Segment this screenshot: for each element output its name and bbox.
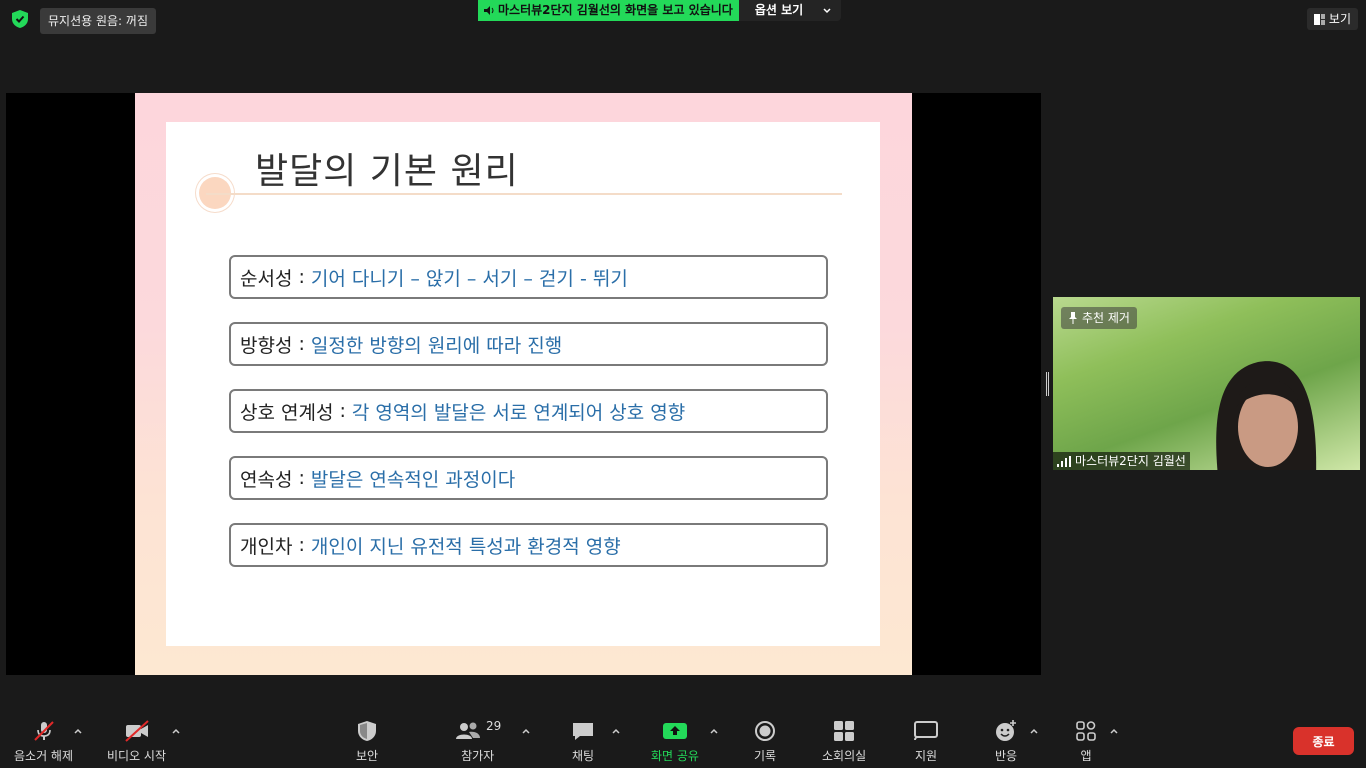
microphone-muted-icon <box>33 721 54 741</box>
unpin-label: 추천 제거 <box>1082 311 1130 325</box>
unmute-label: 음소거 해제 <box>14 749 74 763</box>
chat-button[interactable]: 채팅 <box>571 718 595 764</box>
principle-row: 연속성 : 발달은 연속적인 과정이다 <box>229 456 828 500</box>
separator: : <box>298 333 305 355</box>
end-meeting-button[interactable]: 종료 <box>1293 727 1354 755</box>
share-screen-icon <box>662 723 687 739</box>
support-label: 지원 <box>914 749 938 763</box>
breakout-rooms-button[interactable]: 소회의실 <box>822 718 866 764</box>
video-options-caret-icon[interactable] <box>171 726 181 736</box>
apps-caret-icon[interactable] <box>1109 726 1119 736</box>
separator: : <box>298 467 305 489</box>
view-button[interactable]: 보기 <box>1306 8 1358 30</box>
participants-caret-icon[interactable] <box>521 726 531 736</box>
principle-value: 일정한 방향의 원리에 따라 진행 <box>310 334 563 357</box>
security-label: 보안 <box>356 749 379 763</box>
reactions-caret-icon[interactable] <box>1029 726 1039 736</box>
start-video-button[interactable]: 비디오 시작 <box>107 718 166 764</box>
slide-title: 발달의 기본 원리 <box>255 151 519 192</box>
view-options-label: 옵션 보기 <box>754 3 804 17</box>
record-label: 기록 <box>754 749 777 763</box>
chat-bubble-icon <box>573 723 593 740</box>
breakout-rooms-icon <box>834 721 855 741</box>
slide-card: 발달의 기본 원리 순서성 : 기어 다니기 – 앉기 – 서기 – 걷기 - … <box>166 122 880 646</box>
sharing-notice-text: 마스터뷰2단지 김월선의 화면을 보고 있습니다 <box>498 3 733 17</box>
participants-label: 참가자 <box>461 749 495 763</box>
share-screen-label: 화면 공유 <box>651 749 699 763</box>
separator: : <box>298 534 305 556</box>
principle-value: 발달은 연속적인 과정이다 <box>310 468 516 491</box>
presentation-slide: 발달의 기본 원리 순서성 : 기어 다니기 – 앉기 – 서기 – 걷기 - … <box>135 93 912 675</box>
reactions-label: 반응 <box>994 749 1018 763</box>
principle-row: 순서성 : 기어 다니기 – 앉기 – 서기 – 걷기 - 뛰기 <box>229 255 828 299</box>
principle-key: 상호 연계성 <box>240 401 334 424</box>
principle-key: 순서성 <box>240 267 293 290</box>
separator: : <box>339 400 346 422</box>
principle-row: 개인차 : 개인이 지닌 유전적 특성과 환경적 영향 <box>229 523 828 567</box>
separator: : <box>298 266 305 288</box>
participant-name-tag: 마스터뷰2단지 김월선 <box>1053 452 1190 470</box>
unmute-button[interactable]: 음소거 해제 <box>14 718 73 764</box>
principle-row: 방향성 : 일정한 방향의 원리에 따라 진행 <box>229 322 828 366</box>
apps-icon <box>1076 721 1096 741</box>
speaker-icon <box>484 6 494 15</box>
principle-key: 개인차 <box>240 535 293 558</box>
view-label: 보기 <box>1328 12 1351 26</box>
participant-count: 29 <box>486 719 502 733</box>
audio-options-caret-icon[interactable] <box>73 726 83 736</box>
chat-label: 채팅 <box>571 749 595 763</box>
shield-icon <box>358 721 377 741</box>
panel-resize-handle[interactable] <box>1046 372 1049 396</box>
principle-value: 각 영역의 발달은 서로 연계되어 상호 영향 <box>351 401 686 424</box>
apps-button[interactable]: 앱 <box>1075 718 1097 764</box>
security-button[interactable]: 보안 <box>356 718 378 764</box>
video-camera-off-icon <box>124 720 149 742</box>
unpin-button[interactable]: 추천 제거 <box>1061 307 1137 329</box>
participant-name: 마스터뷰2단지 김월선 <box>1075 454 1186 468</box>
record-icon <box>755 721 776 741</box>
security-shield-icon[interactable] <box>12 10 28 28</box>
emoji-reaction-icon <box>996 720 1016 741</box>
apps-label: 앱 <box>1080 749 1092 763</box>
principle-row: 상호 연계성 : 각 영역의 발달은 서로 연계되어 상호 영향 <box>229 389 828 433</box>
share-options-caret-icon[interactable] <box>709 726 719 736</box>
layout-icon <box>1313 13 1325 25</box>
signal-strength-icon <box>1057 455 1071 467</box>
share-screen-button[interactable]: 화면 공유 <box>651 718 699 764</box>
support-button[interactable]: 지원 <box>913 718 939 764</box>
reactions-button[interactable]: 반응 <box>994 718 1018 764</box>
screen-share-banner: 마스터뷰2단지 김월선의 화면을 보고 있습니다 옵션 보기 <box>478 0 842 21</box>
principle-key: 연속성 <box>240 468 293 491</box>
pin-icon <box>1069 312 1077 324</box>
shared-screen: 발달의 기본 원리 순서성 : 기어 다니기 – 앉기 – 서기 – 걷기 - … <box>6 93 1041 675</box>
participants-button[interactable]: 29 참가자 <box>454 718 501 764</box>
participant-video-feed <box>1216 361 1317 470</box>
principle-value: 기어 다니기 – 앉기 – 서기 – 걷기 - 뛰기 <box>310 267 628 290</box>
cast-screen-icon <box>914 721 938 741</box>
principle-value: 개인이 지닌 유전적 특성과 환경적 영향 <box>310 535 621 558</box>
start-video-label: 비디오 시작 <box>107 749 167 763</box>
title-divider <box>206 193 842 195</box>
participants-icon <box>456 722 480 739</box>
principle-key: 방향성 <box>240 334 293 357</box>
music-mode-status[interactable]: 뮤지션용 원음: 꺼짐 <box>40 8 156 34</box>
breakout-rooms-label: 소회의실 <box>822 749 867 763</box>
sharing-notice: 마스터뷰2단지 김월선의 화면을 보고 있습니다 <box>478 0 739 21</box>
record-button[interactable]: 기록 <box>754 718 776 764</box>
view-options-button[interactable]: 옵션 보기 <box>738 0 842 21</box>
chevron-down-icon <box>823 7 831 13</box>
chat-caret-icon[interactable] <box>611 726 621 736</box>
zoom-meeting-window: 뮤지션용 원음: 꺼짐 마스터뷰2단지 김월선의 화면을 보고 있습니다 옵션 … <box>0 0 1366 768</box>
participant-video-tile[interactable]: 추천 제거 마스터뷰2단지 김월선 <box>1053 297 1360 470</box>
